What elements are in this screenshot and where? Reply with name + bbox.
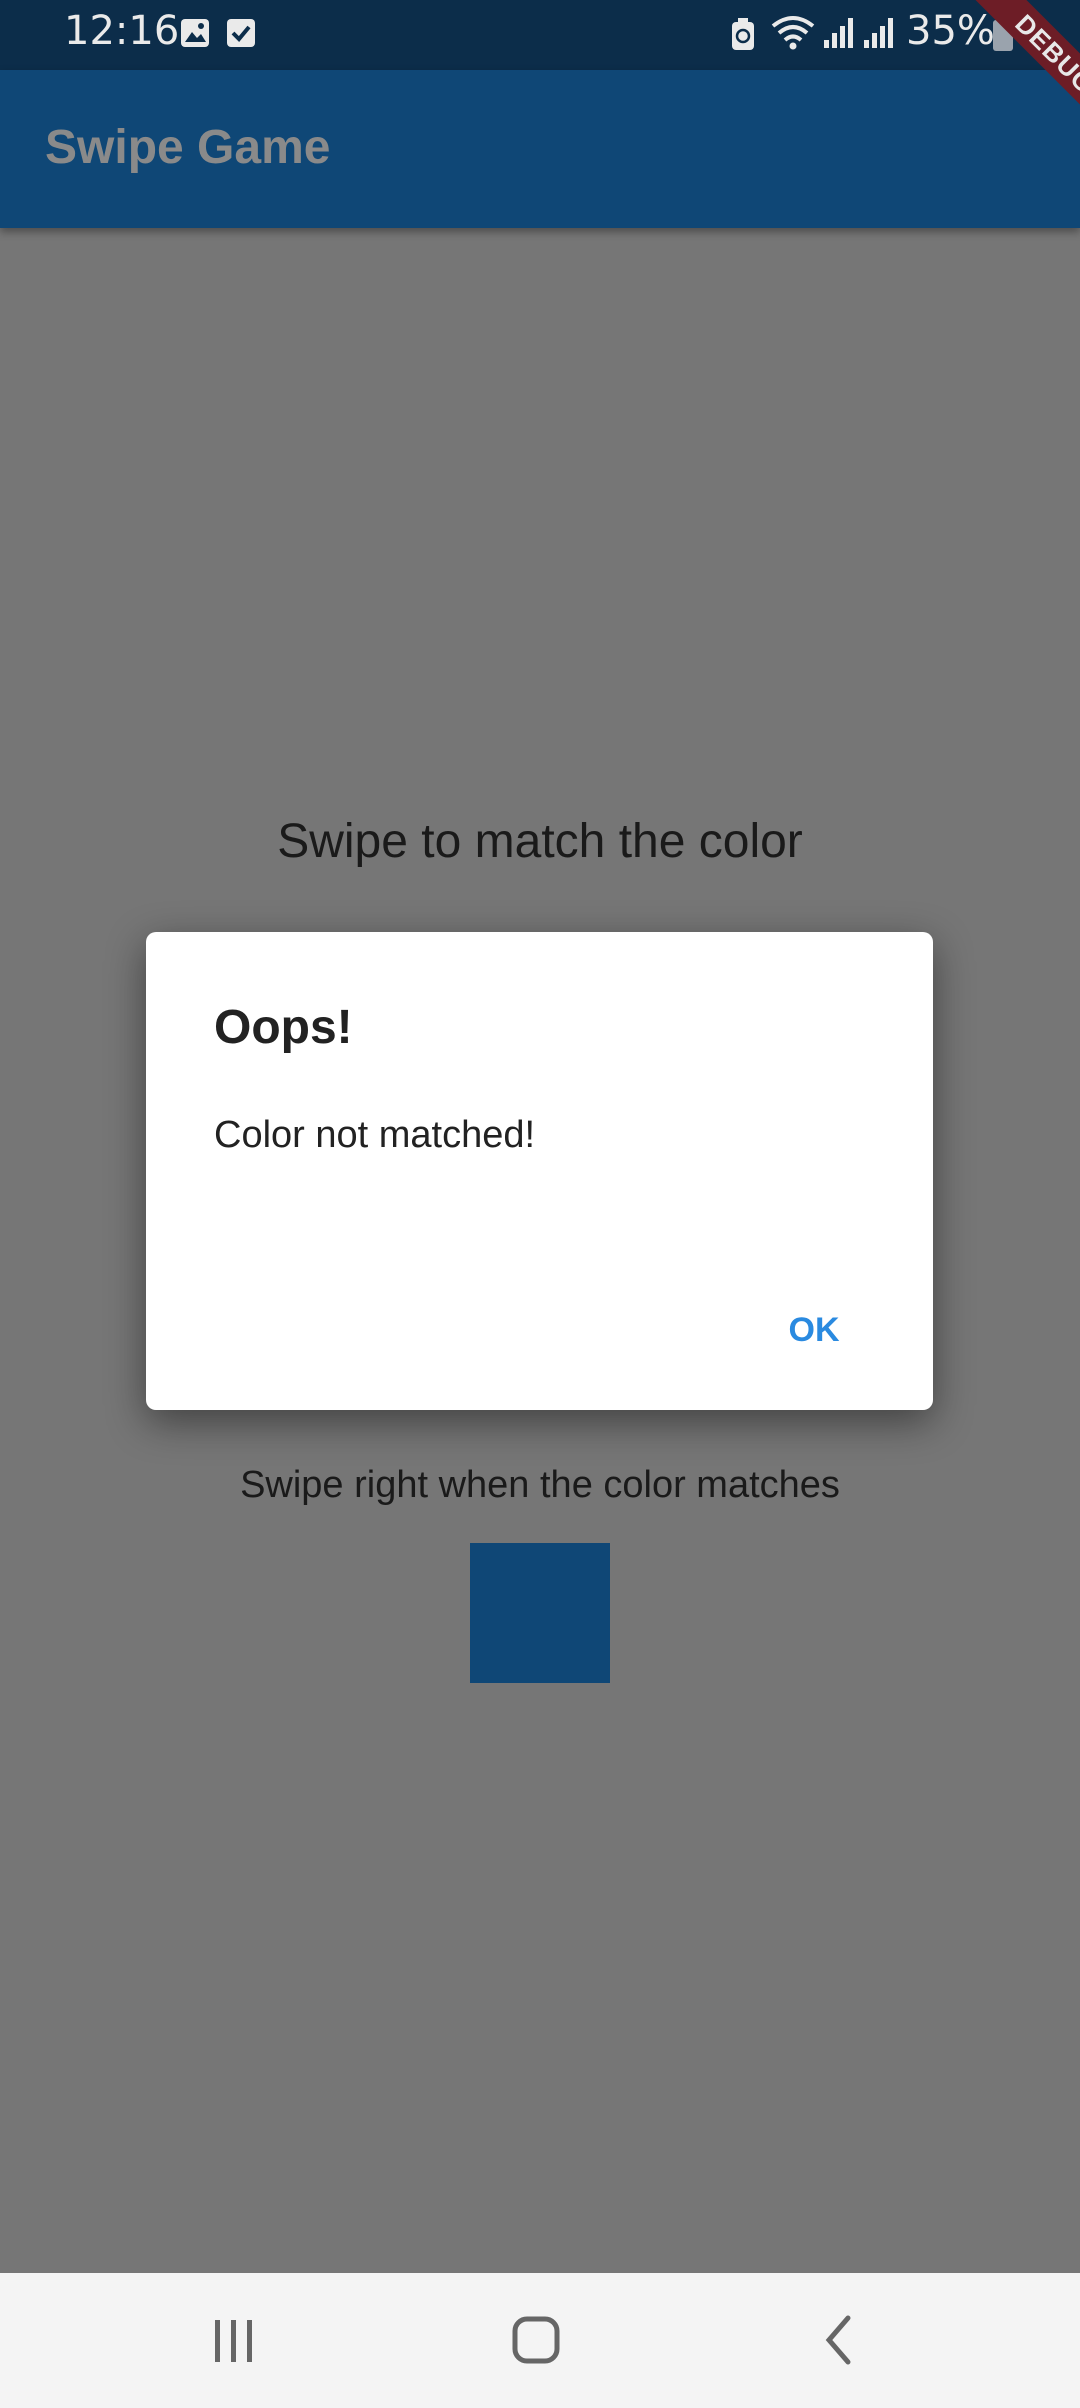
ok-button[interactable]: OK	[754, 1292, 874, 1368]
app-bar: Swipe Game	[0, 70, 1080, 228]
dialog-title: Oops!	[214, 1001, 353, 1054]
signal-icon	[824, 18, 853, 48]
recent-apps-icon[interactable]	[193, 2305, 273, 2375]
battery-percentage: 35%	[906, 8, 995, 54]
back-icon[interactable]	[800, 2305, 880, 2375]
swipe-hint: Swipe right when the color matches	[240, 1464, 840, 1506]
status-time: 12:16	[64, 8, 180, 54]
battery-icon	[993, 16, 1013, 51]
home-icon[interactable]	[496, 2305, 576, 2375]
gallery-icon	[181, 19, 209, 47]
signal-icon	[864, 18, 893, 48]
dialog-message: Color not matched!	[214, 1114, 536, 1156]
color-swatch[interactable]	[470, 1543, 610, 1683]
app-title: Swipe Game	[45, 121, 331, 174]
battery-saver-icon	[732, 18, 754, 50]
game-prompt: Swipe to match the color	[277, 815, 803, 868]
status-bar: 12:16 35%	[0, 0, 1080, 70]
alert-dialog: Oops! Color not matched! OK	[146, 932, 933, 1410]
navigation-bar	[0, 2273, 1080, 2408]
checkbox-icon	[227, 19, 255, 47]
wifi-icon	[771, 16, 815, 50]
